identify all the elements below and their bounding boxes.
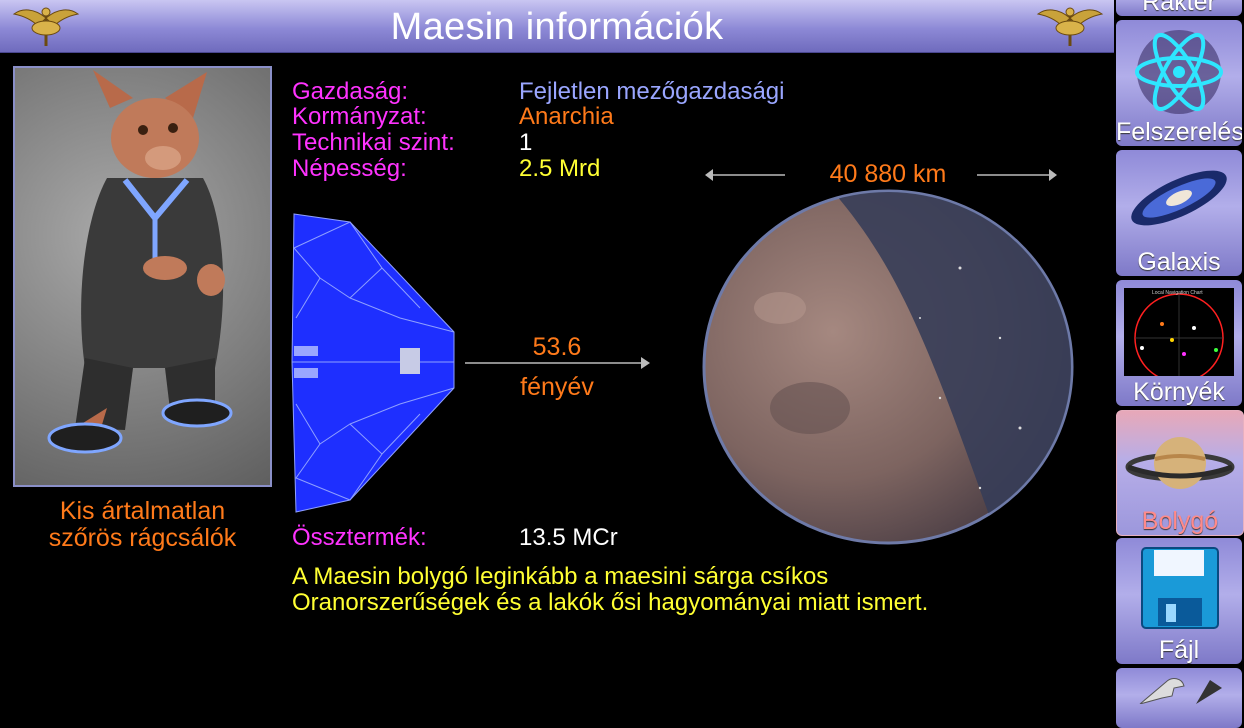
emblem-icon (1036, 7, 1104, 46)
caption-line: Kis ártalmatlan (59, 497, 226, 525)
tech-level-label: Technikai szint: (292, 129, 455, 156)
sidebar-item-galaxy[interactable]: Galaxis (1116, 150, 1242, 276)
chart-title: Local Navigation Chart (1152, 290, 1203, 296)
sidebar-item-cargo[interactable]: Rakter (1116, 0, 1242, 16)
production-label: Össztermék: (292, 524, 427, 551)
species-caption: Kis ártalmatlan szőrös rágcsálók (13, 498, 272, 552)
planet-diameter: 40 880 km (829, 160, 947, 188)
distance-value: 53.6 (532, 333, 582, 361)
sidebar-item-label: Galaxis (1137, 248, 1221, 276)
local-chart-icon: Local Navigation Chart (1124, 288, 1234, 376)
title-bar: Maesin információk (0, 0, 1114, 53)
caption-line: szőrös rágcsálók (48, 524, 237, 552)
rodent-creature-image (47, 70, 233, 454)
atom-icon (1135, 30, 1223, 114)
saturn-icon (1125, 437, 1235, 489)
sidebar-item-local-area[interactable]: Local Navigation Chart Környék (1116, 280, 1242, 406)
sidebar-item-file[interactable]: Fájl (1116, 538, 1242, 664)
population-label: Népesség: (292, 155, 407, 182)
economy-label: Gazdaság: (292, 78, 409, 105)
sidebar-item-equipment[interactable]: Felszerelés (1116, 20, 1242, 146)
economy-value: Fejletlen mezőgazdasági (519, 78, 785, 105)
sidebar: Rakter Felszerelés Galaxis Local Navigat… (1114, 0, 1244, 728)
government-label: Kormányzat: (292, 103, 427, 130)
floppy-disk-icon (1141, 547, 1219, 629)
sidebar-item-label: Rakter (1142, 0, 1216, 16)
sidebar-item-planet[interactable]: Bolygó (1116, 410, 1244, 536)
planet-description: A Maesin bolygó leginkább a maesini sárg… (292, 564, 1102, 616)
sidebar-item-label: Fájl (1158, 636, 1200, 664)
distance-unit: fényév (520, 373, 594, 401)
sidebar-item-label: Környék (1133, 378, 1225, 406)
sidebar-item-label: Bolygó (1141, 507, 1219, 535)
sidebar-item-label: Felszerelés (1116, 118, 1242, 146)
galaxy-icon (1131, 170, 1227, 226)
species-portrait (13, 66, 272, 487)
description-line: Oranorszerűségek és a lakók ősi hagyomán… (292, 589, 929, 616)
population-value: 2.5 Mrd (519, 155, 601, 182)
tech-level-value: 1 (519, 129, 533, 156)
government-value: Anarchia (519, 103, 614, 130)
page-title: Maesin információk (390, 6, 724, 48)
ship-icon (291, 213, 455, 513)
description-line: A Maesin bolygó leginkább a maesini sárg… (292, 563, 829, 590)
sidebar-item-settings[interactable] (1116, 668, 1242, 728)
production-value: 13.5 MCr (519, 524, 618, 551)
planet-image (702, 189, 1074, 545)
